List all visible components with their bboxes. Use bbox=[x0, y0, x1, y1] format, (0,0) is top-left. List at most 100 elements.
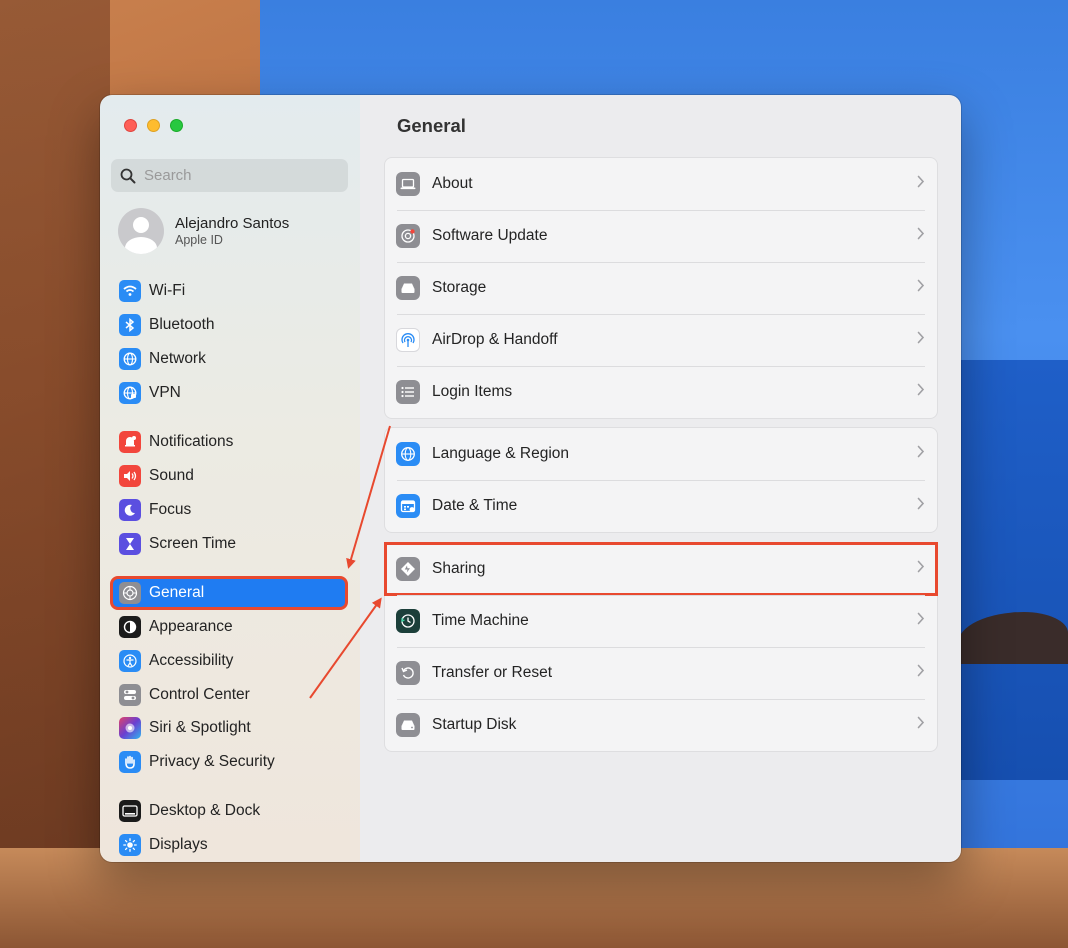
time-machine-icon bbox=[396, 609, 420, 633]
settings-group-system: About Software Update Storage AirDrop & … bbox=[384, 157, 938, 419]
row-sharing[interactable]: Sharing bbox=[384, 542, 938, 596]
laptop-icon bbox=[396, 172, 420, 196]
sidebar-item-vpn[interactable]: VPN bbox=[112, 378, 346, 408]
chevron-right-icon bbox=[917, 445, 925, 458]
sidebar-item-label: Accessibility bbox=[149, 652, 234, 669]
row-label: Login Items bbox=[432, 383, 513, 400]
sidebar-item-wifi[interactable]: Wi-Fi bbox=[112, 276, 346, 306]
sidebar-item-control-center[interactable]: Control Center bbox=[112, 680, 346, 710]
row-language-region[interactable]: Language & Region bbox=[385, 428, 937, 480]
sidebar-item-accessibility[interactable]: Accessibility bbox=[112, 646, 346, 676]
sidebar-item-label: General bbox=[149, 584, 205, 601]
sidebar: Alejandro Santos Apple ID Wi-Fi Bluetoot… bbox=[100, 95, 361, 862]
row-time-machine[interactable]: Time Machine bbox=[385, 595, 937, 647]
hand-icon bbox=[119, 751, 141, 773]
drive-icon bbox=[396, 276, 420, 300]
minimize-button[interactable] bbox=[147, 119, 160, 132]
dock-icon bbox=[119, 800, 141, 822]
system-settings-window: Alejandro Santos Apple ID Wi-Fi Bluetoot… bbox=[100, 95, 961, 862]
sidebar-item-notifications[interactable]: Notifications bbox=[112, 427, 346, 457]
settings-group-locale: Language & Region Date & Time bbox=[384, 427, 938, 533]
gear-icon bbox=[119, 582, 141, 604]
appearance-icon bbox=[119, 616, 141, 638]
avatar bbox=[118, 208, 164, 254]
gear-badge-icon bbox=[396, 224, 420, 248]
sun-icon bbox=[119, 834, 141, 856]
row-airdrop-handoff[interactable]: AirDrop & Handoff bbox=[385, 314, 937, 366]
sidebar-item-sound[interactable]: Sound bbox=[112, 461, 346, 491]
search-icon bbox=[120, 168, 136, 183]
moon-icon bbox=[119, 499, 141, 521]
airdrop-icon bbox=[396, 328, 420, 352]
row-label: Date & Time bbox=[432, 497, 518, 514]
row-login-items[interactable]: Login Items bbox=[385, 366, 937, 418]
row-transfer-reset[interactable]: Transfer or Reset bbox=[385, 647, 937, 699]
page-title: General bbox=[397, 115, 466, 136]
chevron-right-icon bbox=[917, 279, 925, 292]
sharing-icon bbox=[396, 557, 420, 581]
row-label: Software Update bbox=[432, 227, 548, 244]
sidebar-item-privacy-security[interactable]: Privacy & Security bbox=[112, 747, 346, 777]
bell-icon bbox=[119, 431, 141, 453]
sidebar-item-label: Focus bbox=[149, 501, 192, 518]
sidebar-item-label: Network bbox=[149, 350, 206, 367]
sidebar-item-label: Appearance bbox=[149, 618, 233, 635]
row-label: Startup Disk bbox=[432, 716, 517, 733]
sidebar-item-displays[interactable]: Displays bbox=[112, 830, 346, 860]
row-label: Time Machine bbox=[432, 612, 529, 629]
row-date-time[interactable]: Date & Time bbox=[385, 480, 937, 532]
sidebar-item-appearance[interactable]: Appearance bbox=[112, 612, 346, 642]
sidebar-item-label: Wi-Fi bbox=[149, 282, 186, 299]
apple-id-account[interactable]: Alejandro Santos Apple ID bbox=[118, 208, 289, 254]
chevron-right-icon bbox=[917, 560, 925, 573]
toggles-icon bbox=[119, 684, 141, 706]
row-label: Storage bbox=[432, 279, 487, 296]
sidebar-item-label: Privacy & Security bbox=[149, 753, 275, 770]
calendar-icon bbox=[396, 494, 420, 518]
row-label: AirDrop & Handoff bbox=[432, 331, 558, 348]
row-label: Language & Region bbox=[432, 445, 570, 462]
sidebar-item-label: Desktop & Dock bbox=[149, 802, 261, 819]
speaker-icon bbox=[119, 465, 141, 487]
siri-icon bbox=[119, 717, 141, 739]
search-input[interactable] bbox=[142, 166, 336, 185]
sidebar-item-screen-time[interactable]: Screen Time bbox=[112, 529, 346, 559]
chevron-right-icon bbox=[917, 612, 925, 625]
sidebar-item-bluetooth[interactable]: Bluetooth bbox=[112, 310, 346, 340]
sidebar-item-general[interactable]: General bbox=[110, 576, 348, 610]
close-button[interactable] bbox=[124, 119, 137, 132]
bluetooth-icon bbox=[119, 314, 141, 336]
row-startup-disk[interactable]: Startup Disk bbox=[385, 699, 937, 751]
row-storage[interactable]: Storage bbox=[385, 262, 937, 314]
chevron-right-icon bbox=[917, 383, 925, 396]
list-icon bbox=[396, 380, 420, 404]
hourglass-icon bbox=[119, 533, 141, 555]
sidebar-item-label: Bluetooth bbox=[149, 316, 215, 333]
chevron-right-icon bbox=[917, 175, 925, 188]
row-label: About bbox=[432, 175, 473, 192]
sidebar-item-label: Screen Time bbox=[149, 535, 237, 552]
search-field[interactable] bbox=[111, 159, 348, 192]
row-software-update[interactable]: Software Update bbox=[385, 210, 937, 262]
sidebar-item-network[interactable]: Network bbox=[112, 344, 346, 374]
reset-icon bbox=[396, 661, 420, 685]
chevron-right-icon bbox=[917, 227, 925, 240]
account-subtitle: Apple ID bbox=[175, 233, 223, 247]
sidebar-item-label: Displays bbox=[149, 836, 208, 853]
sidebar-item-focus[interactable]: Focus bbox=[112, 495, 346, 525]
vpn-globe-icon bbox=[119, 382, 141, 404]
zoom-button[interactable] bbox=[170, 119, 183, 132]
sidebar-item-label: Control Center bbox=[149, 686, 250, 703]
row-about[interactable]: About bbox=[385, 158, 937, 210]
sidebar-item-siri-spotlight[interactable]: Siri & Spotlight bbox=[112, 713, 346, 743]
sidebar-item-label: Siri & Spotlight bbox=[149, 719, 251, 736]
chevron-right-icon bbox=[917, 331, 925, 344]
wallpaper-ground bbox=[0, 848, 1068, 948]
globe-icon bbox=[119, 348, 141, 370]
main-panel: General About Software Update Storage Ai… bbox=[360, 95, 961, 862]
sidebar-item-desktop-dock[interactable]: Desktop & Dock bbox=[112, 796, 346, 826]
sidebar-item-label: Sound bbox=[149, 467, 194, 484]
sidebar-item-label: VPN bbox=[149, 384, 181, 401]
account-name: Alejandro Santos bbox=[175, 215, 290, 232]
wifi-icon bbox=[119, 280, 141, 302]
